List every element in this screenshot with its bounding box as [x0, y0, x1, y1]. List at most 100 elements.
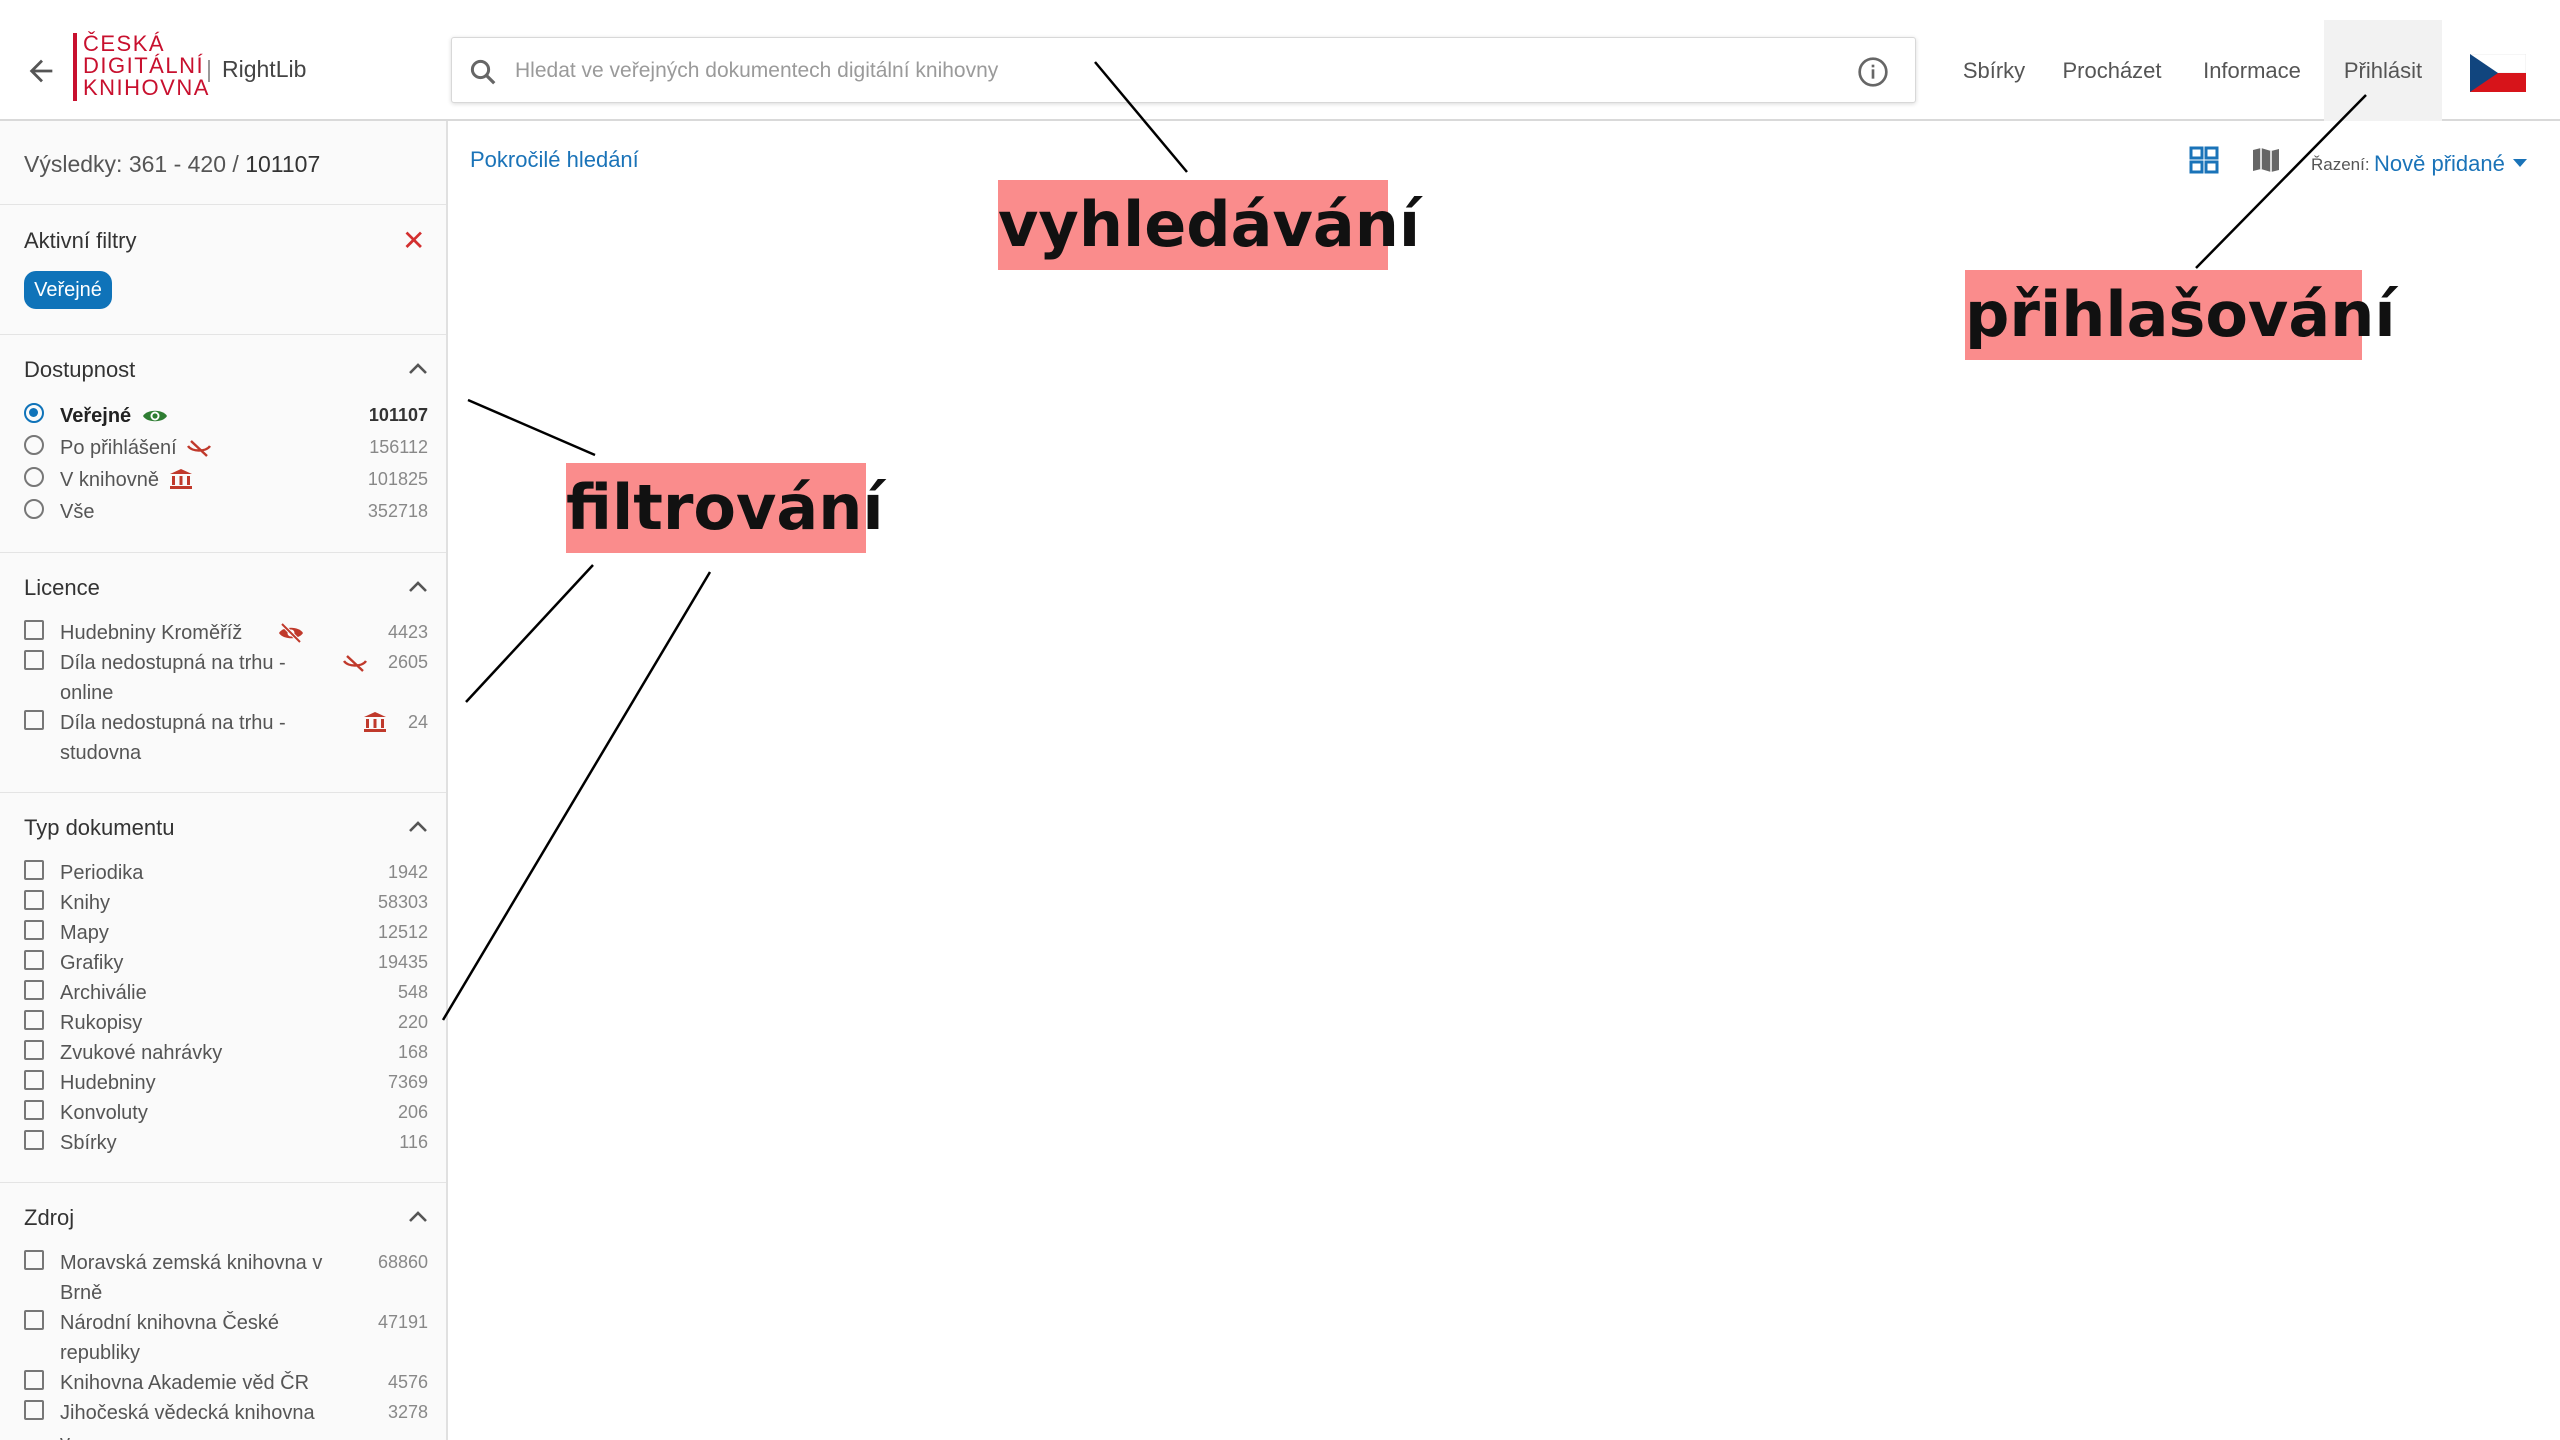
filter-option[interactable]: Grafiky 19435	[24, 948, 428, 978]
filter-label: Archiválie	[60, 982, 147, 1004]
checkbox[interactable]	[24, 620, 44, 640]
filter-option[interactable]: Periodika 1942	[24, 858, 428, 888]
divider	[0, 334, 446, 335]
filter-count: 4423	[387, 622, 428, 642]
filter-option[interactable]: Sbírky 116	[24, 1128, 428, 1158]
filter-label: Veřejné	[60, 405, 132, 427]
logo-line: KNIHOVNA	[83, 75, 210, 100]
filter-option[interactable]: Národní knihovna České republiky 47191	[24, 1308, 428, 1368]
annotation-search: vyhledávání	[998, 180, 1420, 270]
section-title-source[interactable]: Zdroj	[24, 1205, 74, 1231]
filter-label: Sbírky	[60, 1132, 117, 1154]
divider	[0, 204, 446, 205]
filter-option[interactable]: Díla nedostupná na trhu - studovna 24	[24, 708, 428, 768]
checkbox[interactable]	[24, 1400, 44, 1420]
eye-off-icon	[343, 655, 367, 672]
chevron-up-icon[interactable]	[408, 1209, 428, 1223]
sort-label: Řazení:	[2311, 155, 2370, 174]
logo-bar	[73, 33, 77, 101]
filter-count: 47191	[377, 1312, 428, 1332]
results-prefix: Výsledky: 361 - 420 /	[24, 151, 246, 177]
checkbox[interactable]	[24, 710, 44, 730]
advanced-search-link[interactable]: Pokročilé hledání	[470, 147, 639, 173]
radio-button[interactable]	[24, 435, 44, 455]
logo[interactable]: ČESKÁ DIGITÁLNÍ KNIHOVNA	[83, 33, 210, 99]
checkbox[interactable]	[24, 1310, 44, 1330]
radio-button[interactable]	[24, 403, 44, 423]
czech-flag-icon[interactable]	[2470, 54, 2526, 92]
checkbox[interactable]	[24, 1010, 44, 1030]
divider	[0, 552, 446, 553]
checkbox[interactable]	[24, 920, 44, 940]
sort-dropdown[interactable]: Nově přidané	[2374, 151, 2505, 177]
filter-count: 101107	[368, 405, 428, 425]
filter-option[interactable]: Knihovna Akademie věd ČR 4576	[24, 1368, 428, 1398]
filter-count: 206	[397, 1102, 428, 1122]
checkbox[interactable]	[24, 890, 44, 910]
filter-count: 4576	[387, 1372, 428, 1392]
checkbox[interactable]	[24, 1040, 44, 1060]
checkbox[interactable]	[24, 1370, 44, 1390]
filter-label: Knihy	[60, 892, 111, 914]
section-title-license[interactable]: Licence	[24, 575, 100, 601]
checkbox[interactable]	[24, 650, 44, 670]
clear-filters-icon[interactable]: ✕	[402, 227, 425, 255]
checkbox[interactable]	[24, 1250, 44, 1270]
filter-option[interactable]: Archiválie 548	[24, 978, 428, 1008]
filter-count: 156112	[369, 437, 428, 457]
search-bar[interactable]: Hledat ve veřejných dokumentech digitáln…	[451, 37, 1916, 103]
caret-down-icon[interactable]	[2512, 158, 2528, 168]
filter-count: 12512	[377, 922, 428, 942]
nav-browse[interactable]: Procházet	[2054, 20, 2170, 121]
filter-label: Rukopisy	[60, 1012, 143, 1034]
browser-top-strip	[0, 0, 2560, 21]
logo-separator	[208, 60, 210, 82]
filter-count: 352718	[367, 501, 428, 521]
search-input[interactable]: Hledat ve veřejných dokumentech digitáln…	[515, 59, 998, 83]
login-button[interactable]: Přihlásit	[2324, 20, 2442, 121]
checkbox[interactable]	[24, 1130, 44, 1150]
radio-button[interactable]	[24, 499, 44, 519]
filter-option[interactable]: Moravská zemská knihovna v Brně 68860	[24, 1248, 428, 1308]
back-arrow-icon[interactable]	[24, 54, 58, 88]
chevron-up-icon[interactable]	[408, 579, 428, 593]
filter-count: 116	[399, 1132, 428, 1152]
filter-option[interactable]: Díla nedostupná na trhu - online 2605	[24, 648, 428, 708]
grid-view-icon[interactable]	[2188, 146, 2220, 174]
filter-option[interactable]: Konvoluty 206	[24, 1098, 428, 1128]
logo-line: ČESKÁ	[83, 31, 166, 56]
section-title-doc-type[interactable]: Typ dokumentu	[24, 815, 174, 841]
filter-count: 168	[397, 1042, 428, 1062]
section-title-availability[interactable]: Dostupnost	[24, 357, 135, 383]
filter-option[interactable]: Zvukové nahrávky 168	[24, 1038, 428, 1068]
checkbox[interactable]	[24, 980, 44, 1000]
filter-option[interactable]: Knihy 58303	[24, 888, 428, 918]
chevron-up-icon[interactable]	[408, 819, 428, 833]
filter-option[interactable]: Mapy 12512	[24, 918, 428, 948]
checkbox[interactable]	[24, 1070, 44, 1090]
filter-option[interactable]: Jihočeská vědecká knihovna v 3278	[24, 1398, 428, 1440]
filter-label: Zvukové nahrávky	[60, 1042, 223, 1064]
filter-option[interactable]: Rukopisy 220	[24, 1008, 428, 1038]
checkbox[interactable]	[24, 950, 44, 970]
filter-label: V knihovně	[60, 469, 159, 491]
chevron-up-icon[interactable]	[408, 361, 428, 375]
checkbox[interactable]	[24, 1100, 44, 1120]
filter-label: Knihovna Akademie věd ČR	[60, 1372, 310, 1394]
nav-info[interactable]: Informace	[2190, 20, 2314, 121]
info-icon[interactable]	[1857, 56, 1889, 88]
divider	[0, 792, 446, 793]
results-total: 101107	[245, 151, 321, 177]
active-filter-chip[interactable]: Veřejné	[24, 271, 112, 309]
filter-option[interactable]: Hudebniny 7369	[24, 1068, 428, 1098]
nav-collections[interactable]: Sbírky	[1944, 20, 2044, 121]
filter-label: Grafiky	[60, 952, 124, 974]
radio-button[interactable]	[24, 467, 44, 487]
filter-count: 24	[407, 712, 428, 732]
filter-option[interactable]: Hudebniny Kroměříž 4423	[24, 618, 428, 648]
filter-label: Díla nedostupná na trhu - online	[60, 652, 286, 704]
map-view-icon[interactable]	[2250, 146, 2282, 174]
checkbox[interactable]	[24, 860, 44, 880]
library-icon	[364, 712, 386, 732]
filter-count: 19435	[377, 952, 428, 972]
